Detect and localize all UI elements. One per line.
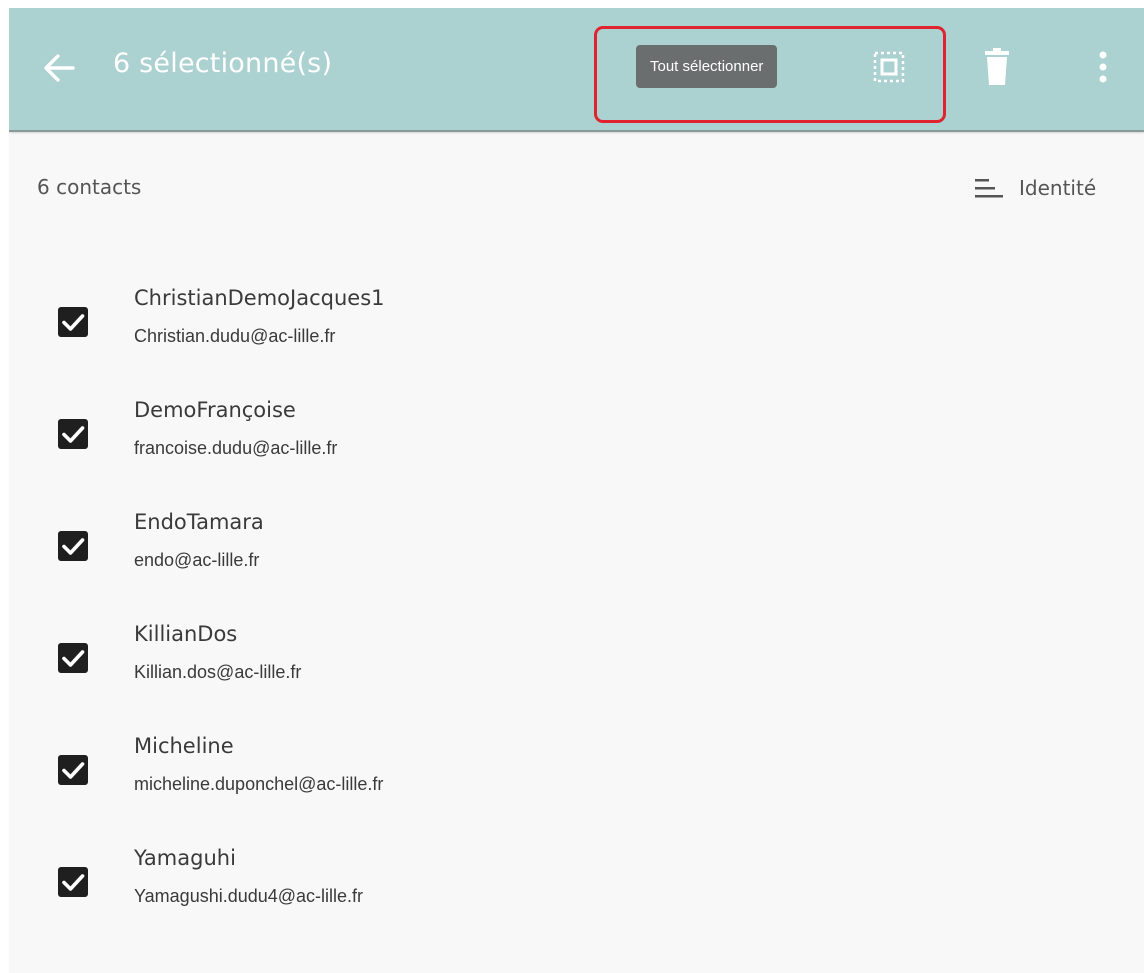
checkbox-checked-icon — [58, 531, 88, 561]
checkbox-checked-icon — [58, 755, 88, 785]
contact-name: EndoTamara — [134, 510, 264, 534]
back-button[interactable] — [39, 48, 79, 88]
more-vertical-icon — [1099, 51, 1107, 83]
contact-name: KillianDos — [134, 622, 238, 646]
contact-checkbox[interactable] — [53, 750, 93, 790]
checkbox-checked-icon — [58, 419, 88, 449]
contact-list-item[interactable]: Micheline micheline.duponchel@ac-lille.fr — [9, 718, 1144, 830]
contact-email: Christian.dudu@ac-lille.fr — [134, 326, 336, 346]
contact-list-item[interactable]: KillianDos Killian.dos@ac-lille.fr — [9, 606, 1144, 718]
checkbox-checked-icon — [58, 643, 88, 673]
app-window: 6 sélectionné(s) Tout sélectionner 6 con… — [9, 8, 1144, 973]
contact-email: Killian.dos@ac-lille.fr — [134, 662, 302, 682]
contacts-count: 6 contacts — [37, 175, 142, 199]
contact-checkbox[interactable] — [53, 638, 93, 678]
select-all-button[interactable] — [865, 43, 913, 91]
checkbox-checked-icon — [58, 867, 88, 897]
selection-appbar: 6 sélectionné(s) Tout sélectionner — [9, 8, 1144, 132]
more-options-button[interactable] — [1079, 43, 1127, 91]
contact-list: ChristianDemoJacques1 Christian.dudu@ac-l… — [9, 270, 1144, 942]
contact-name: Yamaguhi — [134, 846, 236, 870]
contact-checkbox[interactable] — [53, 526, 93, 566]
select-all-tooltip: Tout sélectionner — [636, 45, 778, 88]
select-all-icon — [873, 51, 905, 83]
delete-button[interactable] — [973, 43, 1021, 91]
arrow-left-icon — [44, 54, 75, 82]
contact-list-item[interactable]: ChristianDemoJacques1 Christian.dudu@ac-l… — [9, 270, 1144, 382]
contact-name: Micheline — [134, 734, 234, 758]
contact-checkbox[interactable] — [53, 414, 93, 454]
checkbox-checked-icon — [58, 307, 88, 337]
contact-checkbox[interactable] — [53, 862, 93, 902]
contact-checkbox[interactable] — [53, 302, 93, 342]
contact-email: micheline.duponchel@ac-lille.fr — [134, 774, 384, 794]
contact-email: francoise.dudu@ac-lille.fr — [134, 438, 338, 458]
sort-button[interactable]: Identité — [973, 172, 1096, 204]
sort-icon — [975, 179, 1003, 198]
contact-list-item[interactable]: EndoTamara endo@ac-lille.fr — [9, 494, 1144, 606]
selection-count-title: 6 sélectionné(s) — [113, 48, 333, 79]
sort-label: Identité — [1019, 176, 1097, 200]
contact-email: endo@ac-lille.fr — [134, 550, 260, 570]
contact-email: Yamagushi.dudu4@ac-lille.fr — [134, 886, 364, 906]
contact-name: ChristianDemoJacques1 — [134, 286, 385, 310]
contact-list-item[interactable]: DemoFrançoise francoise.dudu@ac-lille.fr — [9, 382, 1144, 494]
contact-list-item[interactable]: Yamaguhi Yamagushi.dudu4@ac-lille.fr — [9, 830, 1144, 942]
trash-icon — [985, 48, 1009, 85]
contact-name: DemoFrançoise — [134, 398, 296, 422]
